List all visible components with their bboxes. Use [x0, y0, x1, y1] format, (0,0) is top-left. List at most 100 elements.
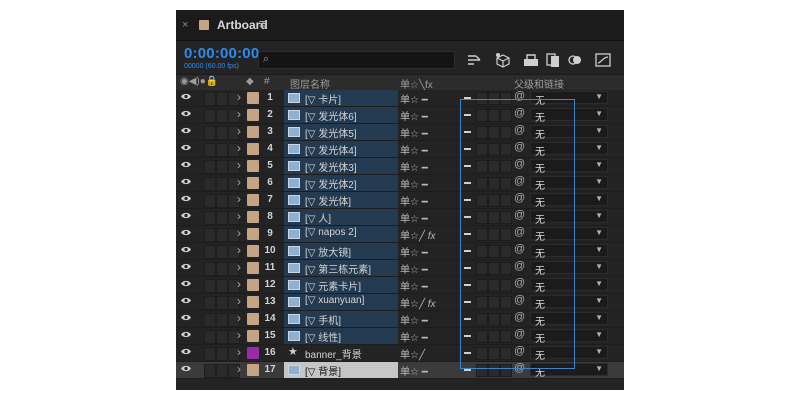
parent-pick-whip-icon[interactable]: @	[514, 175, 525, 187]
motion-blur-switch[interactable]	[464, 301, 471, 303]
layer-label-color[interactable]	[247, 143, 259, 155]
layer-row[interactable]: › 11 [▽ 第三栋元素] 单☆ ━ @ 无 ▼	[176, 260, 624, 277]
solo-toggle[interactable]	[216, 245, 228, 259]
expand-chevron-icon[interactable]: ›	[237, 294, 241, 308]
3d-layer-switch[interactable]	[488, 109, 500, 122]
parent-dropdown[interactable]: 无 ▼	[530, 193, 608, 209]
audio-toggle[interactable]	[204, 313, 216, 327]
frame-blend-switch[interactable]	[500, 126, 512, 139]
layer-label-color[interactable]	[247, 228, 259, 240]
parent-pick-whip-icon[interactable]: @	[514, 328, 525, 340]
motion-blur-switch[interactable]	[464, 352, 471, 354]
layer-label-color[interactable]	[247, 245, 259, 257]
frame-blending-icon[interactable]	[544, 52, 562, 68]
layer-switches[interactable]: 单☆ ━	[400, 125, 428, 140]
3d-layer-switch[interactable]	[488, 177, 500, 190]
layer-label-color[interactable]	[247, 194, 259, 206]
layer-name-cell[interactable]: [▽ 手机]	[284, 311, 398, 327]
layer-row[interactable]: › 2 [▽ 发光体6] 单☆ ━ @ 无 ▼	[176, 107, 624, 124]
solo-toggle[interactable]	[216, 126, 228, 140]
layer-name-cell[interactable]: [▽ xuanyuan]	[284, 294, 398, 310]
3d-layer-switch[interactable]	[488, 160, 500, 173]
layer-row[interactable]: › 14 [▽ 手机] 单☆ ━ @ 无 ▼	[176, 311, 624, 328]
layer-label-color[interactable]	[247, 109, 259, 121]
layer-label-color[interactable]	[247, 296, 259, 308]
expand-chevron-icon[interactable]: ›	[237, 345, 241, 359]
frame-blend-switch[interactable]	[500, 262, 512, 275]
video-visibility-eye-icon[interactable]	[181, 93, 191, 100]
parent-pick-whip-icon[interactable]: @	[514, 311, 525, 323]
parent-pick-whip-icon[interactable]: @	[514, 294, 525, 306]
audio-toggle[interactable]	[204, 296, 216, 310]
layer-row[interactable]: › 4 [▽ 发光体4] 单☆ ━ @ 无 ▼	[176, 141, 624, 158]
3d-layer-switch[interactable]	[488, 296, 500, 309]
motion-blur-switch[interactable]	[464, 284, 471, 286]
audio-toggle[interactable]	[204, 143, 216, 157]
layer-label-color[interactable]	[247, 347, 259, 359]
parent-dropdown[interactable]: 无 ▼	[530, 210, 608, 226]
shy-layers-icon[interactable]	[522, 52, 540, 68]
frame-blend-switch[interactable]	[500, 143, 512, 156]
parent-dropdown[interactable]: 无 ▼	[530, 329, 608, 345]
parent-dropdown[interactable]: 无 ▼	[530, 312, 608, 328]
motion-blur-switch[interactable]	[464, 131, 471, 133]
motion-blur-switch[interactable]	[464, 369, 471, 371]
layer-row[interactable]: › 12 [▽ 元素卡片] 单☆ ━ @ 无 ▼	[176, 277, 624, 294]
parent-dropdown[interactable]: 无 ▼	[530, 346, 608, 362]
frame-blend-switch[interactable]	[500, 330, 512, 343]
frame-blend-switch[interactable]	[500, 279, 512, 292]
video-visibility-eye-icon[interactable]	[181, 263, 191, 270]
audio-toggle[interactable]	[204, 330, 216, 344]
3d-layer-switch[interactable]	[488, 279, 500, 292]
video-visibility-eye-icon[interactable]	[181, 280, 191, 287]
parent-dropdown[interactable]: 无 ▼	[530, 244, 608, 260]
layer-switches[interactable]: 单☆╱	[400, 346, 425, 361]
solo-toggle[interactable]	[216, 228, 228, 242]
parent-pick-whip-icon[interactable]: @	[514, 260, 525, 272]
parent-pick-whip-icon[interactable]: @	[514, 158, 525, 170]
video-visibility-eye-icon[interactable]	[181, 365, 191, 372]
layer-label-color[interactable]	[247, 330, 259, 342]
audio-toggle[interactable]	[204, 364, 216, 378]
layer-switches[interactable]: 单☆ ━	[400, 159, 428, 174]
frame-blend-switch[interactable]	[500, 177, 512, 190]
layer-switches[interactable]: 单☆ ━	[400, 244, 428, 259]
parent-dropdown[interactable]: 无 ▼	[530, 125, 608, 141]
solo-toggle[interactable]	[216, 160, 228, 174]
frame-blend-switch[interactable]	[500, 194, 512, 207]
parent-dropdown[interactable]: 无 ▼	[530, 261, 608, 277]
parent-dropdown[interactable]: 无 ▼	[530, 159, 608, 175]
layer-row[interactable]: › 9 [▽ napos 2] 单☆╱ fx @ 无 ▼	[176, 226, 624, 243]
layer-name-header[interactable]: 图层名称	[290, 76, 330, 91]
expand-chevron-icon[interactable]: ›	[237, 192, 241, 206]
layer-name-cell[interactable]: ★ banner_背景	[284, 345, 398, 361]
3d-layer-switch[interactable]	[488, 143, 500, 156]
layer-switches[interactable]: 单☆ ━	[400, 312, 428, 327]
layer-label-color[interactable]	[247, 313, 259, 325]
expand-chevron-icon[interactable]: ›	[237, 243, 241, 257]
adjustment-layer-switch[interactable]	[476, 177, 488, 190]
motion-blur-switch[interactable]	[464, 165, 471, 167]
solo-toggle[interactable]	[216, 313, 228, 327]
video-visibility-eye-icon[interactable]	[181, 331, 191, 338]
parent-pick-whip-icon[interactable]: @	[514, 124, 525, 136]
layer-label-color[interactable]	[247, 279, 259, 291]
expand-chevron-icon[interactable]: ›	[237, 107, 241, 121]
video-visibility-eye-icon[interactable]	[181, 127, 191, 134]
layer-switches[interactable]: 单☆ ━	[400, 363, 428, 378]
layer-switches[interactable]: 单☆ ━	[400, 176, 428, 191]
expand-chevron-icon[interactable]: ›	[237, 158, 241, 172]
layer-name-cell[interactable]: [▽ 元素卡片]	[284, 277, 398, 293]
parent-dropdown[interactable]: 无 ▼	[530, 295, 608, 311]
video-visibility-eye-icon[interactable]	[181, 246, 191, 253]
expand-chevron-icon[interactable]: ›	[237, 209, 241, 223]
layer-row[interactable]: › 6 [▽ 发光体2] 单☆ ━ @ 无 ▼	[176, 175, 624, 192]
3d-layer-switch[interactable]	[488, 211, 500, 224]
3d-layer-switch[interactable]	[488, 194, 500, 207]
layer-name-cell[interactable]: [▽ 发光体3]	[284, 158, 398, 174]
adjustment-layer-switch[interactable]	[476, 279, 488, 292]
adjustment-layer-switch[interactable]	[476, 211, 488, 224]
video-visibility-eye-icon[interactable]	[181, 161, 191, 168]
video-visibility-eye-icon[interactable]	[181, 348, 191, 355]
audio-toggle[interactable]	[204, 228, 216, 242]
